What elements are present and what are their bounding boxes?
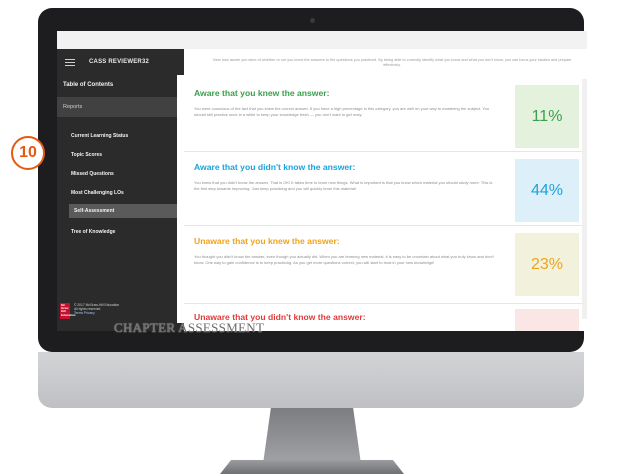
percent-box: 44% bbox=[515, 159, 579, 222]
footer-text: © 2017 McGraw-Hill Education All rights … bbox=[74, 303, 119, 316]
percent-box: 23% bbox=[515, 233, 579, 296]
sidebar: CASS REVIEWER32 Table of Contents Report… bbox=[57, 49, 184, 331]
sidebar-item-topic-scores[interactable]: Topic Scores bbox=[57, 148, 177, 162]
browser-top-bar bbox=[57, 31, 587, 50]
sidebar-item-reports[interactable]: Reports bbox=[57, 97, 177, 117]
privacy-link[interactable]: Privacy bbox=[84, 311, 95, 315]
monitor-chin bbox=[38, 352, 584, 408]
monitor-stand-neck bbox=[263, 408, 361, 464]
sidebar-item-current-learning-status[interactable]: Current Learning Status bbox=[57, 129, 177, 143]
sidebar-item-most-challenging-los[interactable]: Most Challenging LOs bbox=[57, 186, 177, 200]
chapter-assessment-caption: CHAPTER ASSESSMENT bbox=[114, 320, 265, 335]
camera-dot bbox=[310, 18, 315, 23]
card-unaware-knew: Unaware that you knew the answer: You th… bbox=[184, 227, 587, 304]
callout-number-badge: 10 bbox=[11, 136, 45, 170]
card-body: You were conscious of the fact that you … bbox=[194, 106, 490, 117]
percent-box bbox=[515, 309, 579, 331]
card-aware-didnt-know: Aware that you didn't know the answer: Y… bbox=[184, 153, 587, 226]
monitor-stand-foot bbox=[220, 460, 404, 474]
app-title: CASS REVIEWER32 bbox=[89, 59, 150, 65]
table-of-contents-link[interactable]: Table of Contents bbox=[63, 82, 113, 88]
card-body: You knew that you didn't know the answer… bbox=[194, 180, 493, 191]
app-header: CASS REVIEWER32 bbox=[57, 49, 177, 75]
mcgraw-hill-logo: Mc Graw Hill Education bbox=[60, 303, 76, 319]
card-title: Unaware that you knew the answer: bbox=[194, 236, 340, 246]
reports-label: Reports bbox=[63, 104, 83, 110]
hamburger-icon[interactable] bbox=[65, 58, 75, 66]
terms-link[interactable]: Terms bbox=[74, 311, 83, 315]
sidebar-scrollbar[interactable] bbox=[177, 75, 184, 323]
card-body: You thought you didn't know the answer, … bbox=[194, 254, 494, 265]
sidebar-item-self-assessment[interactable]: Self-Assessment bbox=[69, 204, 177, 218]
sidebar-item-missed-questions[interactable]: Missed Questions bbox=[57, 167, 177, 181]
intro-text: View how aware you were of whether or no… bbox=[212, 58, 572, 67]
percent-box: 11% bbox=[515, 85, 579, 148]
screen: CASS REVIEWER32 Table of Contents Report… bbox=[57, 31, 587, 331]
card-title: Aware that you didn't know the answer: bbox=[194, 162, 356, 172]
main-content: View how aware you were of whether or no… bbox=[184, 49, 587, 331]
card-aware-knew: Aware that you knew the answer: You were… bbox=[184, 79, 587, 152]
content-scrollbar[interactable] bbox=[582, 79, 587, 319]
sidebar-item-tree-of-knowledge[interactable]: Tree of Knowledge bbox=[57, 225, 177, 239]
card-title: Aware that you knew the answer: bbox=[194, 88, 330, 98]
